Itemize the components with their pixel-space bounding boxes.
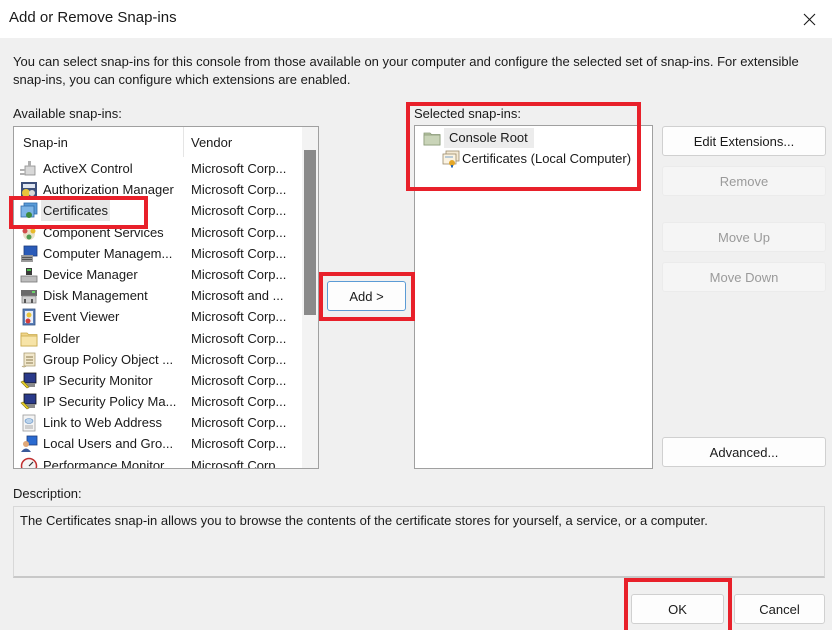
snapin-row[interactable]: Disk Management Microsoft and ... — [14, 285, 304, 306]
snapin-vendor: Microsoft Corp... — [191, 224, 287, 240]
certificates-local-label: Certificates (Local Computer) — [462, 151, 632, 166]
snapin-name: Event Viewer — [43, 309, 120, 325]
selected-snapins-label: Selected snap-ins: — [414, 106, 521, 121]
snapin-row[interactable]: Certificates Microsoft Corp... — [14, 200, 304, 222]
snapin-vendor: Microsoft and ... — [191, 288, 284, 304]
intro-text: You can select snap-ins for this console… — [13, 54, 799, 87]
snapin-name: Computer Managem... — [43, 245, 173, 261]
description-text: The Certificates snap-in allows you to b… — [20, 513, 708, 528]
snapin-name: IP Security Policy Ma... — [43, 394, 177, 410]
ip-security-policy-icon — [20, 393, 37, 410]
snapin-row[interactable]: Link to Web Address Microsoft Corp... — [14, 412, 304, 433]
group-policy-icon — [21, 352, 36, 368]
window-title: Add or Remove Snap-ins — [9, 9, 177, 26]
snapin-row[interactable]: Performance Monitor Microsoft Corp... — [14, 455, 304, 469]
snapin-rows: ActiveX Control Microsoft Corp... Authoriz… — [14, 158, 304, 469]
snapin-vendor: Microsoft Corp... — [191, 436, 287, 452]
remove-button[interactable]: Remove — [662, 166, 826, 196]
snapin-vendor: Microsoft Corp... — [191, 457, 287, 469]
cancel-button[interactable]: Cancel — [734, 594, 825, 624]
snapin-row[interactable]: Group Policy Object ... Microsoft Corp... — [14, 349, 304, 370]
snapin-vendor: Microsoft Corp... — [191, 245, 287, 261]
local-users-groups-icon — [21, 436, 38, 453]
snapin-name: Disk Management — [43, 288, 148, 304]
link-web-address-icon — [22, 414, 36, 432]
edit-extensions-button[interactable]: Edit Extensions... — [662, 126, 826, 156]
snapin-name: Link to Web Address — [43, 415, 162, 431]
snapin-vendor: Microsoft Corp... — [191, 330, 287, 346]
device-manager-icon — [20, 267, 38, 283]
snapin-vendor: Microsoft Corp... — [191, 415, 287, 431]
vertical-scrollbar[interactable] — [302, 127, 318, 468]
description-label: Description: — [13, 486, 82, 501]
folder-icon — [20, 332, 38, 346]
move-up-button[interactable]: Move Up — [662, 222, 826, 252]
snapin-name: Component Services — [43, 224, 164, 240]
ip-security-monitor-icon — [20, 372, 37, 389]
snapin-vendor: Microsoft Corp... — [191, 351, 287, 367]
authorization-manager-icon — [21, 182, 37, 199]
snapin-name: Certificates — [41, 200, 111, 222]
snapin-vendor: Microsoft Corp... — [191, 161, 287, 176]
snapin-row[interactable]: Device Manager Microsoft Corp... — [14, 264, 304, 285]
snapin-vendor: Microsoft Corp... — [191, 309, 287, 325]
column-separator[interactable] — [183, 127, 184, 157]
snapin-name: Performance Monitor — [43, 457, 165, 469]
snapin-name: Folder — [43, 330, 80, 346]
snapin-name: Local Users and Gro... — [43, 436, 174, 452]
snapin-row[interactable]: Component Services Microsoft Corp... — [14, 222, 304, 243]
performance-monitor-icon — [20, 457, 38, 468]
snapin-row[interactable]: Computer Managem... Microsoft Corp... — [14, 243, 304, 264]
snapin-name: Device Manager — [43, 266, 138, 282]
snapin-row[interactable]: Local Users and Gro... Microsoft Corp... — [14, 433, 304, 454]
certificates-icon — [20, 202, 38, 219]
snapin-vendor: Microsoft Corp... — [191, 203, 287, 219]
available-snapins-label: Available snap-ins: — [13, 106, 122, 121]
certificates-icon — [442, 150, 460, 168]
computer-management-icon — [21, 245, 38, 262]
column-header-snapin[interactable]: Snap-in — [23, 127, 183, 157]
snapin-vendor: Microsoft Corp... — [191, 372, 287, 388]
snapin-row[interactable]: Folder Microsoft Corp... — [14, 328, 304, 349]
close-icon — [803, 13, 815, 25]
available-snapins-list[interactable]: Snap-in Vendor ActiveX Control Microsoft … — [13, 126, 319, 469]
snapin-row[interactable]: IP Security Policy Ma... Microsoft Corp..… — [14, 391, 304, 412]
scrollbar-thumb[interactable] — [304, 150, 316, 315]
column-header-vendor[interactable]: Vendor — [191, 127, 301, 157]
disk-management-icon — [21, 290, 37, 304]
advanced-button[interactable]: Advanced... — [662, 437, 826, 467]
description-box: The Certificates snap-in allows you to b… — [13, 506, 825, 578]
component-services-icon — [22, 227, 36, 240]
snapin-row[interactable]: Authorization Manager Microsoft Corp... — [14, 179, 304, 200]
close-button[interactable] — [786, 0, 832, 38]
snapin-vendor: Microsoft Corp... — [191, 394, 287, 410]
event-viewer-icon — [22, 308, 36, 326]
snapin-row[interactable]: ActiveX Control Microsoft Corp... — [14, 158, 304, 179]
snapin-name: Group Policy Object ... — [43, 351, 174, 367]
add-button[interactable]: Add > — [327, 281, 406, 311]
snapin-name: ActiveX Control — [43, 161, 133, 176]
snapin-name: Authorization Manager — [43, 182, 174, 198]
snapin-vendor: Microsoft Corp... — [191, 266, 287, 282]
ok-button[interactable]: OK — [631, 594, 724, 624]
move-down-button[interactable]: Move Down — [662, 262, 826, 292]
title-bar: Add or Remove Snap-ins — [0, 0, 832, 38]
snapin-vendor: Microsoft Corp... — [191, 182, 287, 198]
activex-control-icon — [20, 161, 36, 176]
snapin-row[interactable]: Event Viewer Microsoft Corp... — [14, 306, 304, 327]
snapin-name: IP Security Monitor — [43, 372, 153, 388]
console-root-label: Console Root — [444, 128, 534, 148]
folder-icon — [423, 132, 441, 146]
selected-snapins-tree[interactable]: Console Root Certificates (Local Compute… — [414, 125, 653, 469]
snapin-row[interactable]: IP Security Monitor Microsoft Corp... — [14, 370, 304, 391]
